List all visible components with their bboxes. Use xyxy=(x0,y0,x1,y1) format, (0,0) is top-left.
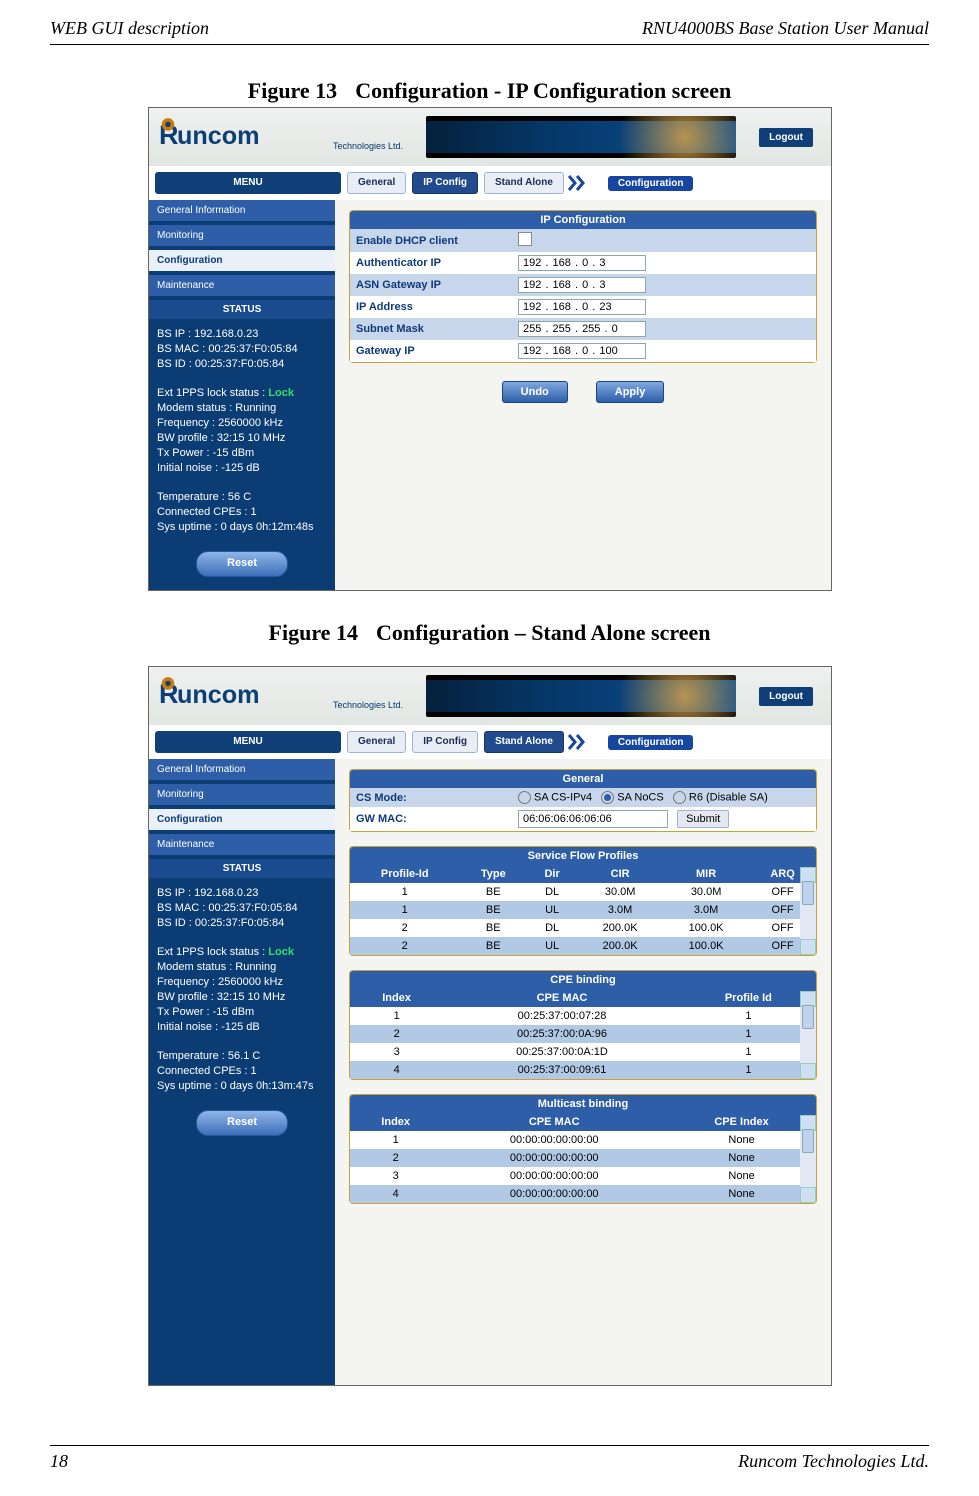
sidebar: General Information Monitoring Configura… xyxy=(149,200,335,590)
gw-mac-input[interactable]: 06:06:06:06:06:06 xyxy=(518,810,668,828)
general-panel: General CS Mode: SA CS-IPv4 SA NoCS R6 (… xyxy=(349,769,817,832)
page-number: 18 xyxy=(50,1451,68,1472)
status-header: STATUS xyxy=(149,300,335,319)
radio-r6-disable-sa[interactable] xyxy=(673,791,686,804)
table-row: 300:00:00:00:00:00None xyxy=(350,1167,816,1185)
table-row: 1BEUL3.0M3.0MOFF xyxy=(350,901,816,919)
svg-text:uncom: uncom xyxy=(177,122,260,150)
status-panel: BS IP : 192.168.0.23 BS MAC : 00:25:37:F… xyxy=(149,878,335,1102)
sidebar-item-general-information[interactable]: General Information xyxy=(149,759,335,780)
logout-button[interactable]: Logout xyxy=(759,687,813,706)
ip-address-input[interactable]: 192 . 168 . 0 . 23 xyxy=(518,299,646,315)
page-footer: 18 Runcom Technologies Ltd. xyxy=(50,1451,929,1472)
authenticator-ip-input[interactable]: 192 . 168 . 0 . 3 xyxy=(518,255,646,271)
screenshot-ip-config: Runcom Technologies Ltd. Logout MENU Gen… xyxy=(148,107,832,591)
header-right: RNU4000BS Base Station User Manual xyxy=(642,18,929,39)
multicast-binding-panel: Multicast binding IndexCPE MACCPE Index … xyxy=(349,1094,817,1204)
header-rule xyxy=(50,44,929,45)
table-row: 200:00:00:00:00:00None xyxy=(350,1149,816,1167)
panel-title: IP Configuration xyxy=(350,211,816,229)
service-flow-panel: Service Flow Profiles Profile-IdTypeDirC… xyxy=(349,846,817,956)
svg-text:uncom: uncom xyxy=(177,681,260,709)
undo-button[interactable]: Undo xyxy=(502,381,568,403)
scrollbar[interactable] xyxy=(800,991,816,1079)
banner-image xyxy=(426,675,736,717)
table-row: 100:00:00:00:00:00None xyxy=(350,1131,816,1149)
gateway-ip-input[interactable]: 192 . 168 . 0 . 100 xyxy=(518,343,646,359)
page-running-header: WEB GUI description RNU4000BS Base Stati… xyxy=(50,18,929,39)
sidebar-item-general-information[interactable]: General Information xyxy=(149,200,335,221)
table-row: 100:25:37:00:07:281 xyxy=(350,1007,816,1025)
asn-gateway-ip-input[interactable]: 192 . 168 . 0 . 3 xyxy=(518,277,646,293)
figure-14-caption: Figure 14Configuration – Stand Alone scr… xyxy=(0,620,979,646)
ip-configuration-panel: IP Configuration Enable DHCP client Auth… xyxy=(349,210,817,363)
table-row: 200:25:37:00:0A:961 xyxy=(350,1025,816,1043)
dhcp-checkbox[interactable] xyxy=(518,232,532,246)
reset-button[interactable]: Reset xyxy=(196,1110,288,1136)
banner-image xyxy=(426,116,736,158)
cpe-binding-table: IndexCPE MACProfile Id 100:25:37:00:07:2… xyxy=(350,989,816,1079)
runcom-logo: Runcom Technologies Ltd. xyxy=(159,674,403,718)
table-row: 400:00:00:00:00:00None xyxy=(350,1185,816,1203)
menu-label: MENU xyxy=(155,172,341,194)
subnet-mask-input[interactable]: 255 . 255 . 255 . 0 xyxy=(518,321,646,337)
service-flow-table: Profile-IdTypeDirCIRMIRARQ 1BEDL30.0M30.… xyxy=(350,865,816,955)
table-row: 1BEDL30.0M30.0MOFF xyxy=(350,883,816,901)
sidebar-item-configuration[interactable]: Configuration xyxy=(149,809,335,830)
main-content: IP Configuration Enable DHCP client Auth… xyxy=(335,200,831,590)
multicast-binding-table: IndexCPE MACCPE Index 100:00:00:00:00:00… xyxy=(350,1113,816,1203)
apply-button[interactable]: Apply xyxy=(596,381,665,403)
scrollbar[interactable] xyxy=(800,1115,816,1203)
table-row: 300:25:37:00:0A:1D1 xyxy=(350,1043,816,1061)
tab-general[interactable]: General xyxy=(347,172,406,194)
action-buttons: Undo Apply xyxy=(349,381,817,403)
tab-bar: MENU General IP Config Stand Alone Confi… xyxy=(149,725,831,759)
app-banner: Runcom Technologies Ltd. Logout xyxy=(149,667,831,725)
status-header: STATUS xyxy=(149,859,335,878)
footer-rule xyxy=(50,1445,929,1446)
figure-13-caption: Figure 13Configuration - IP Configuratio… xyxy=(0,78,979,104)
sidebar-item-maintenance[interactable]: Maintenance xyxy=(149,834,335,855)
submit-button[interactable]: Submit xyxy=(677,810,729,828)
tab-ip-config[interactable]: IP Config xyxy=(412,172,478,194)
tab-stand-alone[interactable]: Stand Alone xyxy=(484,172,564,194)
cpe-binding-panel: CPE binding IndexCPE MACProfile Id 100:2… xyxy=(349,970,817,1080)
radio-sa-nocs[interactable] xyxy=(601,791,614,804)
status-panel: BS IP : 192.168.0.23 BS MAC : 00:25:37:F… xyxy=(149,319,335,543)
logout-button[interactable]: Logout xyxy=(759,128,813,147)
breadcrumb-arrows-icon xyxy=(568,174,590,192)
ip-config-table: Enable DHCP client Authenticator IP192 .… xyxy=(350,229,816,362)
section-tag: Configuration xyxy=(608,176,694,191)
sidebar-item-monitoring[interactable]: Monitoring xyxy=(149,784,335,805)
tab-general[interactable]: General xyxy=(347,731,406,753)
tab-bar: MENU General IP Config Stand Alone Confi… xyxy=(149,166,831,200)
scrollbar[interactable] xyxy=(800,867,816,955)
reset-button[interactable]: Reset xyxy=(196,551,288,577)
sidebar-item-monitoring[interactable]: Monitoring xyxy=(149,225,335,246)
table-row: 2BEUL200.0K100.0KOFF xyxy=(350,937,816,955)
breadcrumb-arrows-icon xyxy=(568,733,590,751)
sidebar: General Information Monitoring Configura… xyxy=(149,759,335,1385)
footer-right: Runcom Technologies Ltd. xyxy=(738,1451,929,1472)
header-left: WEB GUI description xyxy=(50,18,209,39)
section-tag: Configuration xyxy=(608,735,694,750)
radio-sa-cs-ipv4[interactable] xyxy=(518,791,531,804)
menu-label: MENU xyxy=(155,731,341,753)
tab-ip-config[interactable]: IP Config xyxy=(412,731,478,753)
screenshot-stand-alone: Runcom Technologies Ltd. Logout MENU Gen… xyxy=(148,666,832,1386)
sidebar-item-configuration[interactable]: Configuration xyxy=(149,250,335,271)
table-row: 400:25:37:00:09:611 xyxy=(350,1061,816,1079)
main-content: General CS Mode: SA CS-IPv4 SA NoCS R6 (… xyxy=(335,759,831,1385)
tab-stand-alone[interactable]: Stand Alone xyxy=(484,731,564,753)
table-row: 2BEDL200.0K100.0KOFF xyxy=(350,919,816,937)
runcom-logo: Runcom Technologies Ltd. xyxy=(159,115,403,159)
sidebar-item-maintenance[interactable]: Maintenance xyxy=(149,275,335,296)
app-banner: Runcom Technologies Ltd. Logout xyxy=(149,108,831,166)
